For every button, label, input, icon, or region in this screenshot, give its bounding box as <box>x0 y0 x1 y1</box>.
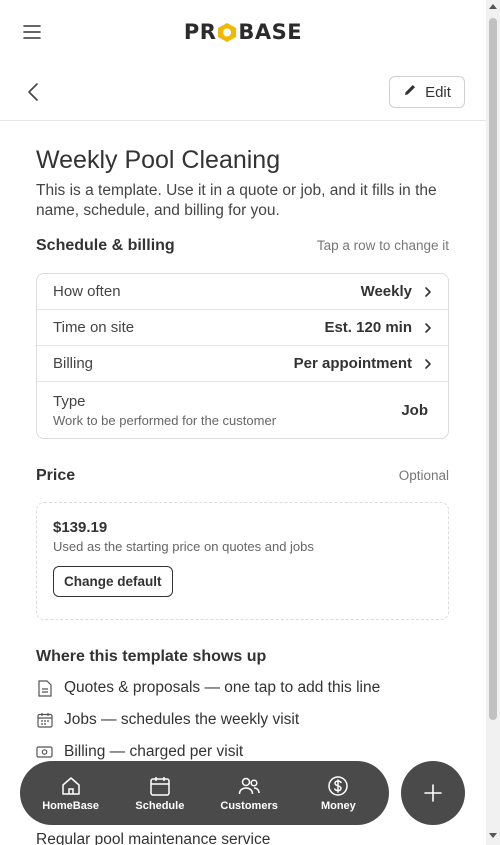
edit-button[interactable]: Edit <box>389 76 465 108</box>
top-bar: PR BASE <box>0 0 486 64</box>
row-label: Billing <box>53 355 94 372</box>
price-amount: $139.19 <box>53 519 108 536</box>
row-label: Type <box>53 392 86 410</box>
logo-hex-icon <box>217 22 237 43</box>
price-note: Used as the starting price on quotes and… <box>53 539 314 554</box>
price-section-header: Price Optional <box>36 467 449 485</box>
price-card: $139.19 Used as the starting price on qu… <box>36 502 449 620</box>
list-item: Quotes & proposals — one tap to add this… <box>36 672 449 704</box>
add-button[interactable] <box>401 761 465 825</box>
document-icon <box>36 679 53 697</box>
logo-text-right: BASE <box>238 20 303 44</box>
page-title: Weekly Pool Cleaning <box>36 146 281 174</box>
nav-item-label: Schedule <box>135 800 185 812</box>
schedule-billing-card: How often Weekly Time on site Est. 120 m… <box>36 273 449 439</box>
row-label: Time on site <box>53 319 135 336</box>
nav-item-label: Customers <box>220 800 278 812</box>
row-value: Weekly <box>360 283 412 300</box>
hamburger-menu-icon[interactable] <box>20 20 44 44</box>
scroll-down-arrow-icon[interactable] <box>489 833 497 838</box>
cash-icon <box>36 744 53 761</box>
chevron-right-icon <box>425 322 431 333</box>
back-arrow-icon[interactable] <box>22 80 46 104</box>
nav-item-schedule[interactable]: Schedule <box>120 774 200 812</box>
list-item-text: Jobs — schedules the weekly visit <box>64 711 300 728</box>
template-description: This is a template. Use it in a quote or… <box>36 182 437 219</box>
nav-item-customers[interactable]: Customers <box>209 774 289 812</box>
row-time-on-site[interactable]: Time on site Est. 120 min <box>37 310 448 346</box>
row-sublabel: Work to be performed for the customer <box>53 412 277 428</box>
calendar-icon <box>36 712 53 729</box>
home-icon <box>61 777 80 795</box>
chevron-right-icon <box>425 358 431 369</box>
schedule-section-title: Schedule & billing <box>36 237 175 254</box>
price-section-hint: Optional <box>398 468 449 483</box>
pencil-icon <box>403 83 417 101</box>
plus-icon <box>424 784 442 802</box>
schedule-section-header: Schedule & billing Tap a row to change i… <box>36 237 449 255</box>
row-how-often[interactable]: How often Weekly <box>37 274 448 310</box>
list-item-text: Quotes & proposals — one tap to add this… <box>64 679 381 696</box>
scroll-up-arrow-icon[interactable] <box>489 4 497 9</box>
schedule-section-hint: Tap a row to change it <box>316 238 449 253</box>
chevron-right-icon <box>425 286 431 297</box>
shows-up-list: Quotes & proposals — one tap to add this… <box>36 672 449 768</box>
template-notes-partial: Regular pool maintenance service <box>36 831 271 845</box>
row-billing[interactable]: Billing Per appointment <box>37 346 448 382</box>
logo-text-left: PR <box>183 20 217 44</box>
change-default-button[interactable]: Change default <box>53 566 173 597</box>
row-value: Job <box>401 401 428 419</box>
template-content: Weekly Pool Cleaning This is a template.… <box>36 121 449 768</box>
edit-button-label: Edit <box>425 83 451 101</box>
row-label: How often <box>53 283 121 300</box>
page-header: Edit <box>0 64 486 121</box>
nav-item-label: Money <box>320 800 356 812</box>
users-icon <box>238 777 260 795</box>
probase-logo[interactable]: PR BASE <box>184 20 302 44</box>
nav-item-label: HomeBase <box>42 800 100 812</box>
row-value: Est. 120 min <box>324 319 412 336</box>
price-section-title: Price <box>36 467 76 484</box>
nav-item-money[interactable]: Money <box>298 774 378 812</box>
scrollbar-thumb[interactable] <box>489 18 497 720</box>
scrollbar[interactable] <box>486 0 500 845</box>
row-value: Per appointment <box>293 355 412 372</box>
list-item-text: Billing — charged per visit <box>64 743 244 760</box>
list-item: Jobs — schedules the weekly visit <box>36 704 449 736</box>
row-type: Type Work to be performed for the custom… <box>37 382 448 438</box>
bottom-navigation: HomeBase Schedule Customers Money <box>20 761 389 825</box>
dollar-icon <box>328 776 349 796</box>
calendar-icon <box>150 777 170 796</box>
shows-up-section-title: Where this template shows up <box>36 648 267 665</box>
nav-item-homebase[interactable]: HomeBase <box>31 774 111 812</box>
